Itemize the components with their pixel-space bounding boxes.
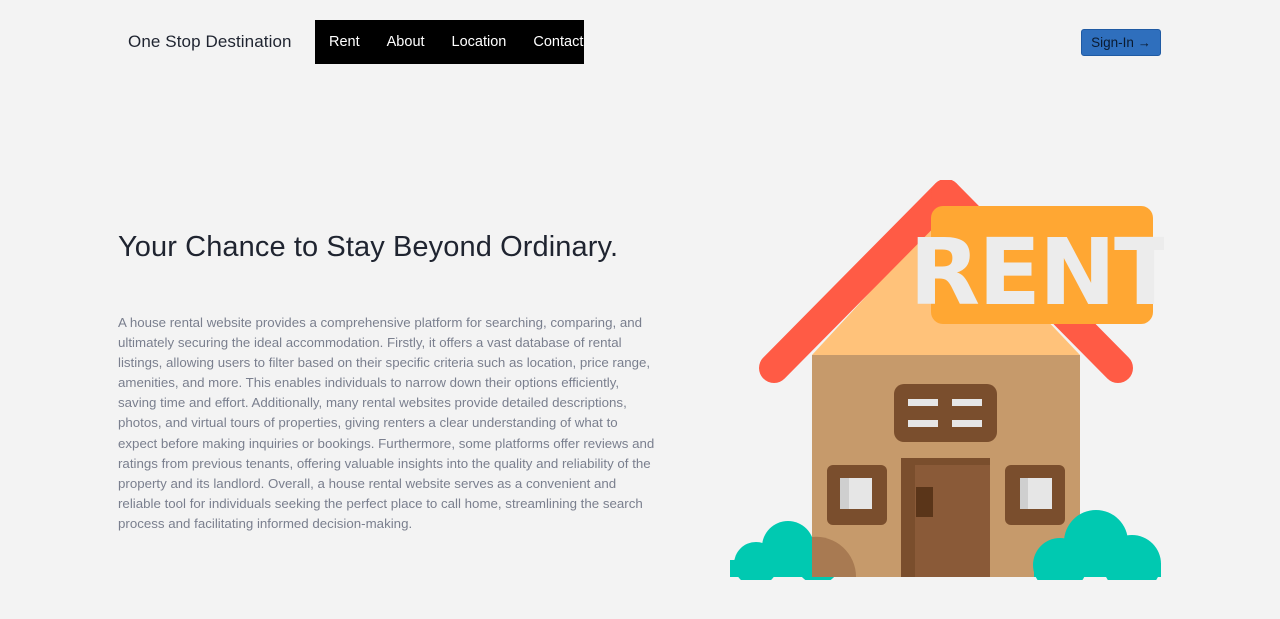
nav-rent[interactable]: Rent — [329, 20, 360, 64]
hero-description: A house rental website provides a compre… — [118, 315, 655, 531]
hero-title: Your Chance to Stay Beyond Ordinary. — [118, 231, 619, 263]
signin-button[interactable]: Sign-In → — [1081, 29, 1161, 56]
main-nav: Rent About Location Contact — [315, 20, 584, 64]
attic-window — [894, 384, 997, 442]
page: One Stop Destination Rent About Location… — [0, 0, 1280, 619]
house-rent-illustration: RENT — [730, 180, 1164, 580]
nav-about[interactable]: About — [387, 20, 425, 64]
arrow-right-icon: → — [1137, 35, 1151, 50]
nav-location[interactable]: Location — [452, 20, 507, 64]
nav-contact[interactable]: Contact — [533, 20, 583, 64]
rent-sign-text: RENT — [909, 219, 1164, 326]
signin-label: Sign-In — [1091, 35, 1134, 50]
brand-title[interactable]: One Stop Destination — [128, 32, 292, 52]
